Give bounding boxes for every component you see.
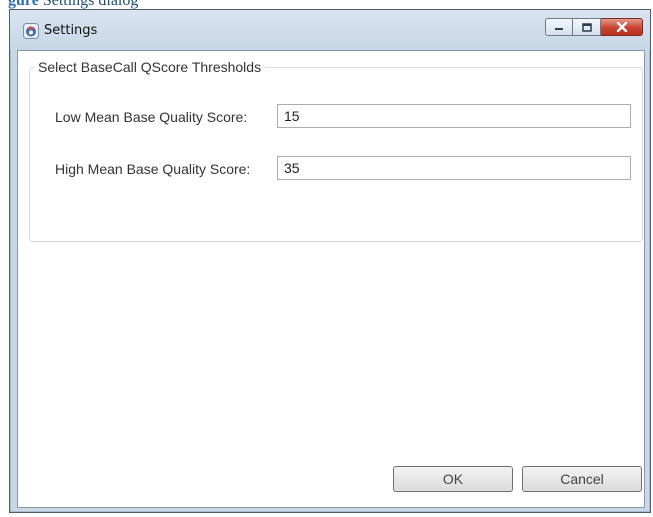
ok-button[interactable]: OK [393, 466, 513, 492]
caption-buttons [545, 18, 643, 40]
minimize-button[interactable] [545, 18, 573, 36]
app-icon [23, 23, 39, 39]
qscore-threshold-group: Select BaseCall QScore Thresholds Low Me… [29, 59, 643, 242]
low-score-label: Low Mean Base Quality Score: [55, 109, 248, 125]
high-score-input[interactable] [277, 156, 631, 180]
close-button[interactable] [601, 18, 643, 36]
high-score-label: High Mean Base Quality Score: [55, 161, 251, 177]
cancel-button[interactable]: Cancel [522, 466, 642, 492]
minimize-icon [555, 28, 563, 30]
title-bar[interactable]: Settings [10, 10, 650, 50]
dialog-body: Select BaseCall QScore Thresholds Low Me… [17, 50, 645, 508]
maximize-icon [581, 22, 592, 32]
caption-label: gure [8, 0, 39, 9]
low-score-input[interactable] [277, 104, 631, 128]
group-title: Select BaseCall QScore Thresholds [34, 59, 266, 75]
caption-text: Settings dialog [38, 0, 139, 9]
settings-window: Settings Select BaseCall QScore Threshol… [9, 9, 651, 513]
window-title: Settings [44, 23, 98, 38]
close-icon [616, 22, 627, 32]
maximize-button[interactable] [573, 18, 601, 36]
